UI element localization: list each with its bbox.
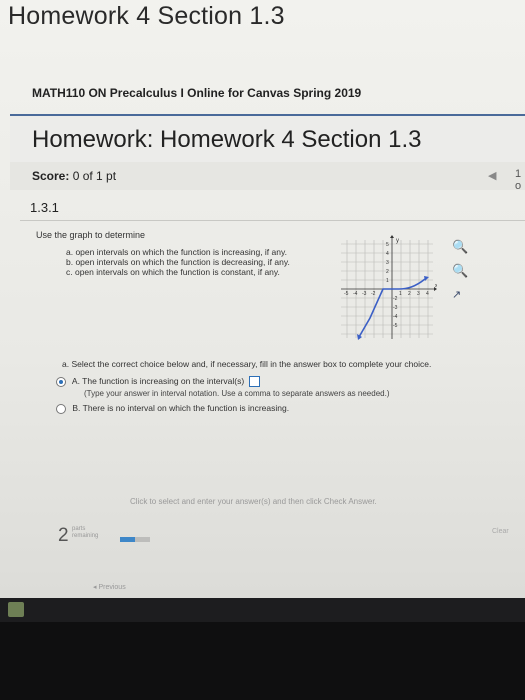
x-tick-3: 3 [417, 291, 420, 297]
question-item-b: b. open intervals on which the function … [66, 257, 290, 267]
y-tick-2: 2 [386, 269, 389, 275]
x-tick-neg3: -3 [362, 291, 367, 297]
y-tick-5: 5 [386, 242, 389, 248]
previous-question-icon[interactable]: ◀ [488, 169, 500, 182]
score-label: Score: [32, 169, 70, 183]
y-tick-neg5: -5 [393, 323, 398, 329]
score: Score: 0 of 1 pt [32, 169, 116, 183]
instruction: a. Select the correct choice below and, … [62, 359, 432, 369]
app-icon[interactable] [8, 602, 24, 617]
y-tick-neg3: -3 [393, 305, 398, 311]
choice-a[interactable]: A. The function is increasing on the int… [56, 376, 260, 388]
y-tick-4: 4 [386, 251, 389, 257]
answer-hint: (Type your answer in interval notation. … [84, 389, 390, 398]
x-tick-neg4: -4 [353, 291, 358, 297]
divider [20, 220, 525, 221]
x-tick-neg2: -2 [371, 291, 376, 297]
progress-bar [120, 537, 150, 542]
popout-icon[interactable]: ↗ [452, 288, 466, 302]
score-bar: Score: 0 of 1 pt ◀ 1 o [10, 162, 525, 192]
choice-b-label: B. [72, 403, 81, 413]
choice-b[interactable]: B. There is no interval on which the fun… [56, 403, 289, 414]
question-prompt: Use the graph to determine [36, 230, 146, 240]
taskbar [0, 598, 525, 700]
x-tick-4: 4 [426, 291, 429, 297]
x-tick-2: 2 [408, 291, 411, 297]
footer-message: Click to select and enter your answer(s)… [130, 497, 377, 506]
question-item-c: c. open intervals on which the function … [66, 267, 280, 277]
page-title: Homework: Homework 4 Section 1.3 [32, 126, 422, 153]
question-number: 1.3.1 [30, 200, 59, 215]
x-tick-1: 1 [399, 291, 402, 297]
question-item-a: a. open intervals on which the function … [66, 247, 287, 257]
question-items: a. open intervals on which the function … [66, 247, 290, 277]
zoom-out-icon[interactable]: 🔍 [452, 263, 468, 278]
clear-button[interactable]: Clear [492, 528, 509, 535]
interval-answer-box[interactable] [248, 376, 260, 388]
radio-choice-a[interactable] [56, 376, 66, 387]
y-tick-neg4: -4 [393, 314, 398, 320]
parts-remaining-label: parts remaining [72, 526, 98, 540]
parts-label: parts [72, 526, 86, 532]
parts-remaining-count: 2 [58, 525, 69, 546]
window-title: Homework 4 Section 1.3 [8, 2, 285, 30]
homework-page: Homework 4 Section 1.3 MATH110 ON Precal… [0, 0, 525, 598]
progress-fill [120, 537, 135, 542]
y-tick-1: 1 [386, 278, 389, 284]
y-axis-arrow [390, 235, 394, 238]
zoom-in-icon[interactable]: 🔍 [452, 239, 468, 254]
y-tick-3: 3 [386, 260, 389, 266]
question-index: 1 o [515, 168, 522, 192]
taskbar-strip [0, 598, 525, 622]
function-graph: y 5 4 3 2 1 -2 -3 -4 -5 -5 -4 -3 -2 1 2 … [341, 235, 437, 340]
radio-choice-b[interactable] [56, 403, 66, 414]
remaining-label: remaining [72, 533, 99, 539]
x-tick-neg5: -5 [344, 291, 349, 297]
homework-header: Homework: Homework 4 Section 1.3 [10, 114, 525, 164]
x-axis-label: x [435, 283, 437, 289]
y-tick-neg2: -2 [393, 296, 398, 302]
course-name: MATH110 ON Precalculus I Online for Canv… [32, 86, 362, 100]
choice-a-text: The function is increasing on the interv… [82, 376, 245, 386]
x-tick-labels: -5 -4 -3 -2 1 2 3 4 [344, 291, 429, 297]
choice-b-text: There is no interval on which the functi… [82, 403, 290, 413]
y-axis-label: y [396, 238, 399, 244]
previous-button[interactable]: ◂ Previous [93, 583, 126, 591]
choice-a-label: A. [71, 376, 80, 386]
score-value: 0 of 1 pt [72, 169, 117, 183]
